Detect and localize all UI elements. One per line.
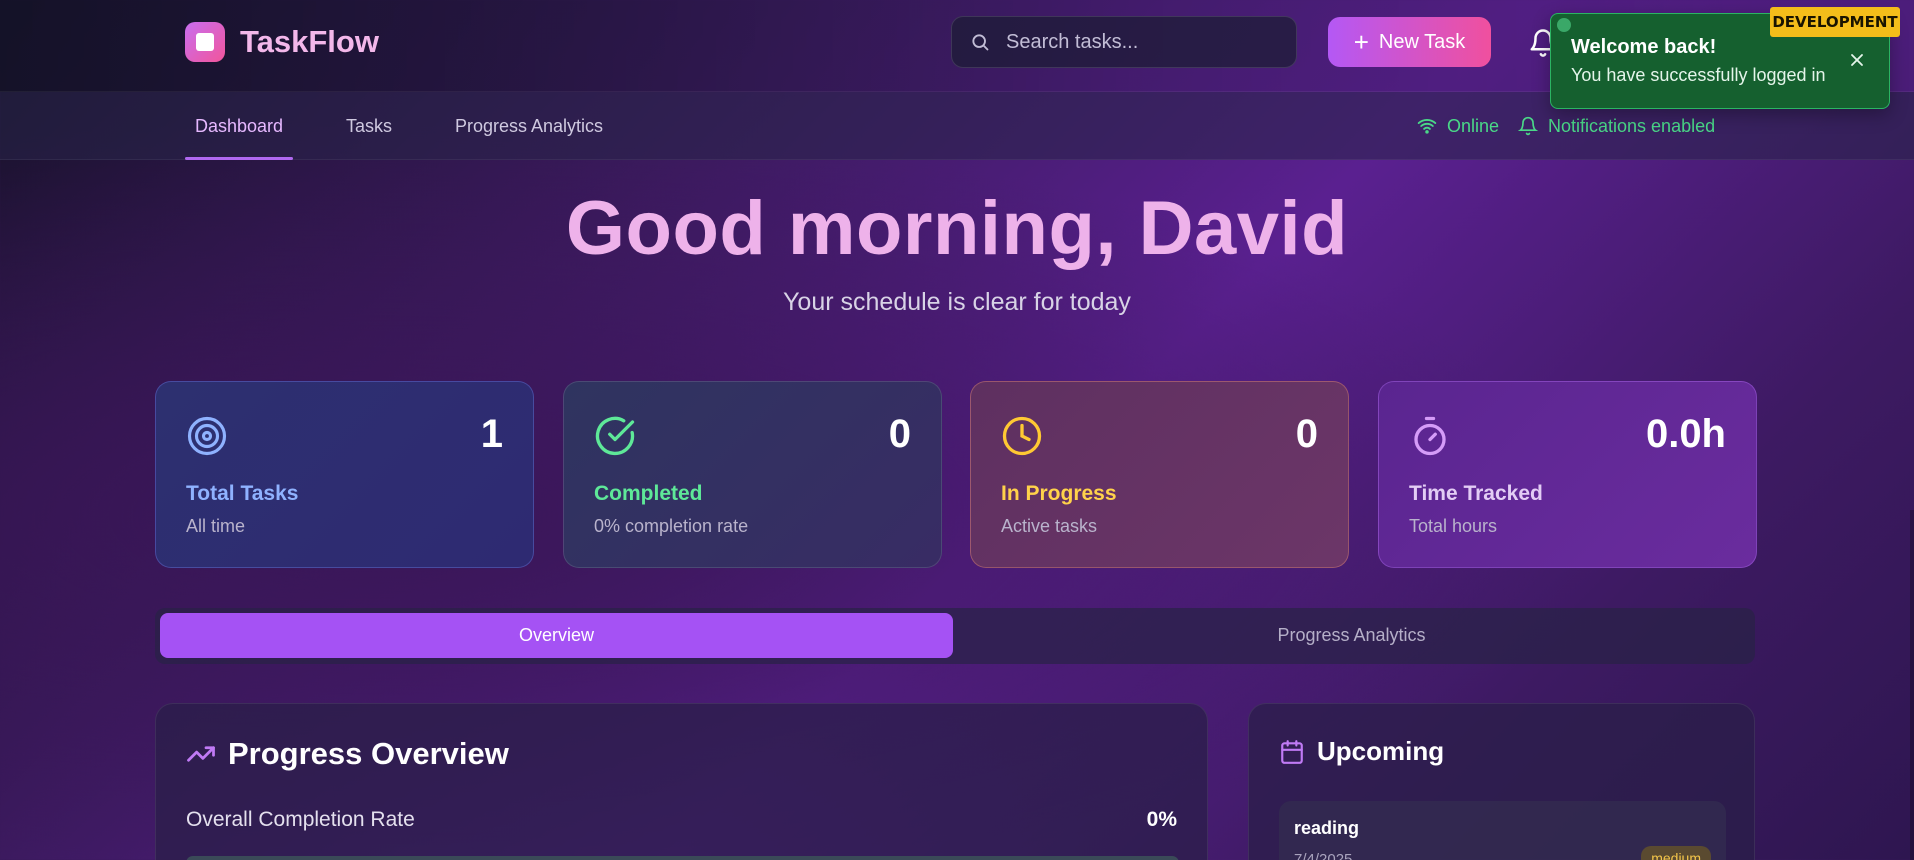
stat-label: Completed (594, 482, 703, 505)
stat-value: 0 (888, 412, 911, 456)
upcoming-panel: Upcoming reading 7/4/2025 medium (1248, 703, 1755, 860)
task-name: reading (1294, 818, 1360, 838)
toast-indicator (1557, 18, 1571, 32)
stat-value: 0.0h (1645, 412, 1726, 456)
completion-rate-value: 0% (1146, 808, 1177, 831)
stat-subtext: 0% completion rate (594, 516, 749, 536)
new-task-label: New Task (1378, 30, 1466, 53)
panel-title: Progress Overview (186, 736, 509, 772)
upcoming-title: Upcoming (1317, 736, 1445, 766)
tab-overview[interactable]: Overview (160, 613, 953, 658)
stat-card-total-tasks[interactable]: 1 Total Tasks All time (155, 381, 534, 568)
panel-title: Upcoming (1279, 736, 1444, 767)
target-icon (187, 416, 227, 456)
tab-tasks[interactable]: Tasks (336, 92, 402, 160)
stat-subtext: Total hours (1409, 516, 1498, 536)
view-switcher: Overview Progress Analytics (155, 608, 1755, 664)
search-input[interactable] (1006, 30, 1286, 54)
search-box[interactable] (951, 16, 1297, 68)
new-task-button[interactable]: + New Task (1328, 17, 1491, 67)
online-label: Online (1447, 115, 1500, 136)
stat-label: Total Tasks (186, 482, 299, 505)
completion-progress-bar (186, 856, 1179, 860)
timer-icon (1414, 416, 1446, 456)
stat-subtext: Active tasks (1001, 516, 1098, 536)
stat-subtext: All time (186, 516, 246, 536)
online-status: Online (1417, 92, 1499, 160)
upcoming-task-item[interactable]: reading 7/4/2025 medium (1279, 801, 1726, 860)
environment-badge: DEVELOPMENT (1770, 7, 1900, 37)
toast-title: Welcome back! (1571, 36, 1717, 58)
plus-icon: + (1353, 27, 1369, 57)
task-date: 7/4/2025 (1294, 851, 1353, 860)
wifi-icon (1417, 119, 1437, 134)
stat-value: 0 (1295, 412, 1318, 456)
stat-label: Time Tracked (1409, 482, 1543, 505)
tab-dashboard[interactable]: Dashboard (185, 92, 294, 160)
stat-label: In Progress (1001, 482, 1117, 505)
trending-up-icon (187, 746, 215, 762)
toast-message: You have successfully logged in (1571, 65, 1826, 85)
page-subtitle: Your schedule is clear for today (783, 288, 1131, 316)
progress-title: Progress Overview (228, 736, 509, 771)
stat-value: 1 (480, 412, 503, 456)
logo-icon (185, 22, 225, 62)
stat-card-completed[interactable]: 0 Completed 0% completion rate (563, 381, 942, 568)
search-icon (972, 34, 989, 51)
app-logo[interactable]: TaskFlow (185, 22, 379, 62)
page-scrollbar[interactable] (1910, 510, 1914, 860)
bell-outline-icon (1518, 116, 1538, 136)
notifications-label: Notifications enabled (1548, 115, 1716, 136)
calendar-icon (1281, 739, 1303, 764)
clock-icon (1002, 416, 1042, 456)
check-circle-icon (595, 416, 635, 456)
tab-progress-analytics-view[interactable]: Progress Analytics (955, 613, 1748, 658)
progress-overview-panel: Progress Overview Overall Completion Rat… (155, 703, 1208, 860)
completion-rate-label: Overall Completion Rate (186, 808, 415, 831)
close-icon[interactable] (1847, 50, 1867, 70)
stat-card-in-progress[interactable]: 0 In Progress Active tasks (970, 381, 1349, 568)
tab-progress-analytics[interactable]: Progress Analytics (445, 92, 613, 160)
page-title: Good morning, David (565, 186, 1349, 271)
priority-badge: medium (1641, 846, 1711, 860)
stat-card-time-tracked[interactable]: 0.0h Time Tracked Total hours (1378, 381, 1757, 568)
app-name: TaskFlow (240, 24, 379, 59)
